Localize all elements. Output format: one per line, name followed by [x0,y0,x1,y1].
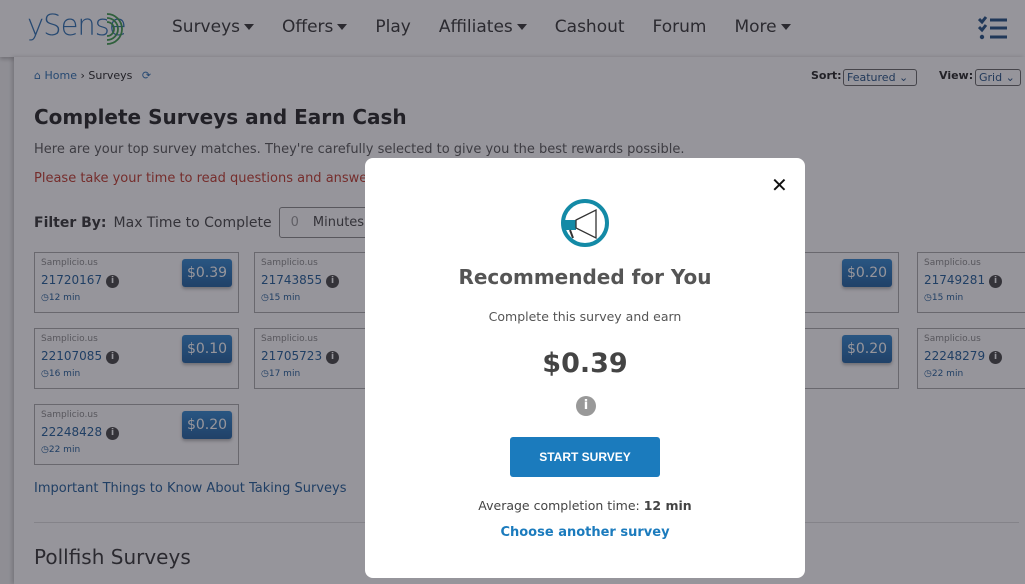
modal-title: Recommended for You [458,265,712,289]
avg-value: 12 min [643,498,692,513]
modal-description: Complete this survey and earn [488,309,682,324]
recommended-modal: ✕ Recommended for You Complete this surv… [365,158,805,578]
info-icon[interactable]: i [576,396,596,416]
avg-completion: Average completion time: 12 min [365,498,805,513]
start-survey-button[interactable]: START SURVEY [510,437,660,477]
choose-another-link[interactable]: Choose another survey [365,525,805,540]
close-icon[interactable]: ✕ [771,173,788,197]
avg-label: Average completion time: [478,498,640,513]
megaphone-icon [561,199,609,247]
modal-price: $0.39 [542,348,628,379]
